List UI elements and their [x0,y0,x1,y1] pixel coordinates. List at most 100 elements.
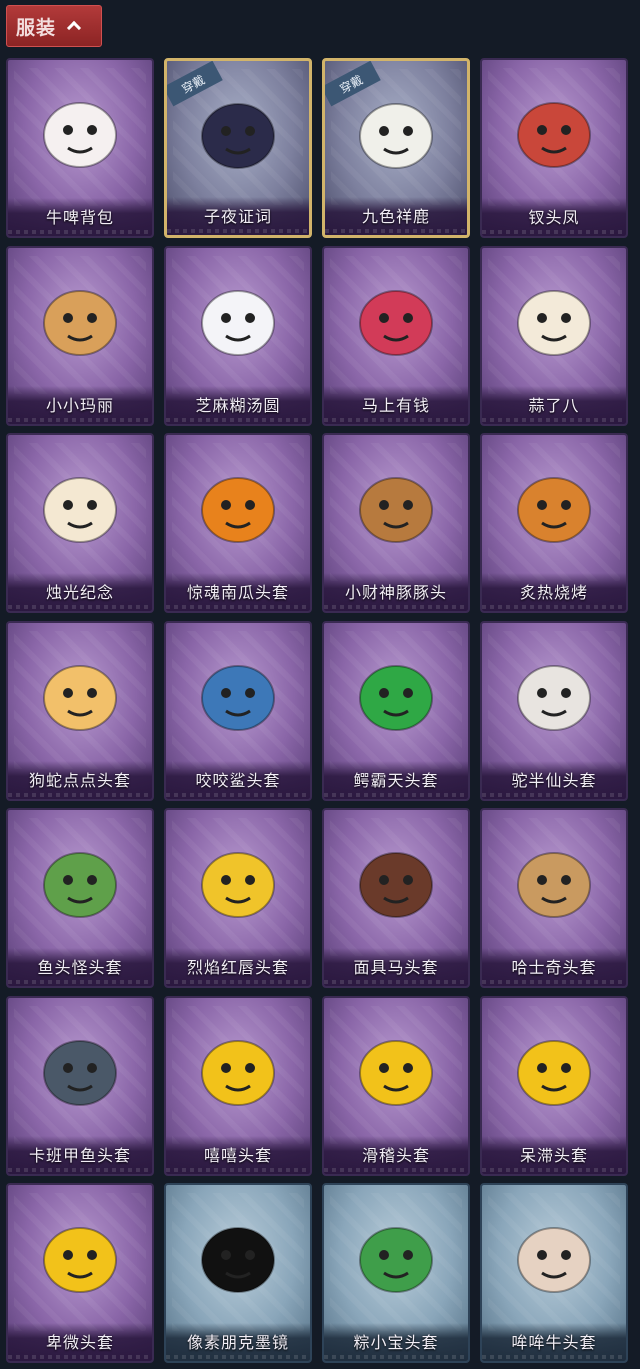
item-label: 咬咬鲨头套 [195,770,281,790]
item-card[interactable]: 钗头凤 [480,58,628,238]
card-dots-decoration [167,229,309,233]
item-label: 嘻嘻头套 [203,1145,272,1165]
item-card[interactable]: 牛啤背包 [6,58,154,238]
item-label: 烈焰红唇头套 [186,958,289,977]
item-card[interactable]: 烛光纪念 [6,433,154,613]
item-card[interactable]: 鳄霸天头套 [322,620,470,801]
funny-emoji-icon [359,1039,433,1106]
pixel-sunglasses-icon [201,1227,275,1293]
card-dots-decoration [325,229,467,233]
card-dots-decoration [324,417,468,422]
fish-head-icon [43,852,117,918]
item-card[interactable]: 小财神豚豚头 [322,433,470,613]
horse-mask-icon [359,852,433,918]
cow-beer-backpack-icon [43,102,117,168]
card-dots-decoration [324,605,468,609]
card-dots-decoration [8,1167,152,1172]
item-label: 烛光纪念 [45,583,114,602]
deer-pendant-icon [359,103,433,169]
item-label: 鱼头怪头套 [37,958,123,977]
card-dots-decoration [324,1167,468,1172]
pumpkin-icon [201,477,275,543]
item-label: 哞哞牛头套 [511,1333,597,1352]
card-dots-decoration [482,230,626,234]
card-dots-decoration [8,980,152,984]
zongzi-icon [359,1227,433,1293]
item-card[interactable]: 芝麻糊汤圆 [164,245,312,426]
card-dots-decoration [482,417,626,422]
item-grid: 牛啤背包 穿戴 子夜证词 穿戴 九色祥鹿钗头凤小小玛丽 芝麻糊汤圆 马上有钱 蒜了八烛光纪念 惊… [6,58,630,1363]
card-dots-decoration [8,230,152,234]
yellow-mouse-icon [201,852,275,918]
card-dots-decoration [482,980,626,984]
item-card[interactable]: 穿戴 九色祥鹿 [322,58,470,238]
card-dots-decoration [166,605,310,609]
chevron-up-icon [68,20,80,32]
item-label: 钗头凤 [528,208,580,227]
dumpling-icon [201,289,275,356]
bbq-meat-icon [517,477,591,543]
item-label: 卡班甲鱼头套 [28,1145,131,1165]
phoenix-crown-doll-icon [517,102,591,168]
item-card[interactable]: 惊魂南瓜头套 [164,433,312,613]
item-card[interactable]: 蒜了八 [480,245,628,426]
item-label: 呆滞头套 [519,1145,588,1165]
alpaca-sunglasses-icon [517,664,591,731]
card-dots-decoration [166,792,310,797]
red-horse-icon [359,289,433,356]
item-card[interactable]: 狗蛇点点头套 [6,620,154,801]
card-dots-decoration [482,1167,626,1172]
card-dots-decoration [166,417,310,422]
item-label: 芝麻糊汤圆 [195,395,281,415]
card-dots-decoration [8,1355,152,1359]
item-card[interactable]: 像素朋克墨镜 [164,1183,312,1363]
grin-emoji-icon [201,1039,275,1106]
item-card[interactable]: 小小玛丽 [6,245,154,426]
item-card[interactable]: 马上有钱 [322,245,470,426]
item-card[interactable]: 卑微头套 [6,1183,154,1363]
item-card[interactable]: 呆滞头套 [480,995,628,1176]
item-card[interactable]: 滑稽头套 [322,995,470,1176]
item-label: 牛啤背包 [45,208,114,227]
category-tab-clothing[interactable]: 服装 [6,5,102,47]
item-card[interactable]: 面具马头套 [322,808,470,988]
item-card[interactable]: 炙热烧烤 [480,433,628,613]
humble-emoji-icon [43,1227,117,1293]
item-label: 卑微头套 [45,1333,114,1352]
snake-dog-icon [43,664,117,731]
item-label: 哈士奇头套 [511,958,597,977]
item-card[interactable]: 烈焰红唇头套 [164,808,312,988]
item-card[interactable]: 哈士奇头套 [480,808,628,988]
card-dots-decoration [166,1167,310,1172]
item-card[interactable]: 穿戴 子夜证词 [164,58,312,238]
crocodile-icon [359,664,433,731]
card-dots-decoration [8,792,152,797]
item-card[interactable]: 卡班甲鱼头套 [6,995,154,1176]
item-label: 马上有钱 [361,395,430,415]
garlic-icon [517,289,591,356]
item-card[interactable]: 嘻嘻头套 [164,995,312,1176]
item-card[interactable]: 咬咬鲨头套 [164,620,312,801]
item-card[interactable]: 驼半仙头套 [480,620,628,801]
card-dots-decoration [324,1355,468,1359]
candle-icon [43,477,117,543]
category-tab-label: 服装 [16,16,57,39]
item-label: 鳄霸天头套 [353,770,439,790]
card-dots-decoration [482,1355,626,1359]
cow-head-icon [517,1227,591,1293]
card-dots-decoration [324,980,468,984]
item-label: 像素朋克墨镜 [186,1333,289,1352]
item-card[interactable]: 鱼头怪头套 [6,808,154,988]
item-card[interactable]: 粽小宝头套 [322,1183,470,1363]
item-label: 粽小宝头套 [353,1333,439,1352]
owl-mask-icon [201,103,275,169]
card-dots-decoration [482,792,626,797]
card-dots-decoration [8,605,152,609]
item-card[interactable]: 哞哞牛头套 [480,1183,628,1363]
mary-doll-icon [43,289,117,356]
husky-icon [517,852,591,918]
puffer-fish-icon [43,1039,117,1106]
card-dots-decoration [482,605,626,609]
item-label: 炙热烧烤 [519,583,588,602]
item-label: 九色祥鹿 [361,207,430,226]
